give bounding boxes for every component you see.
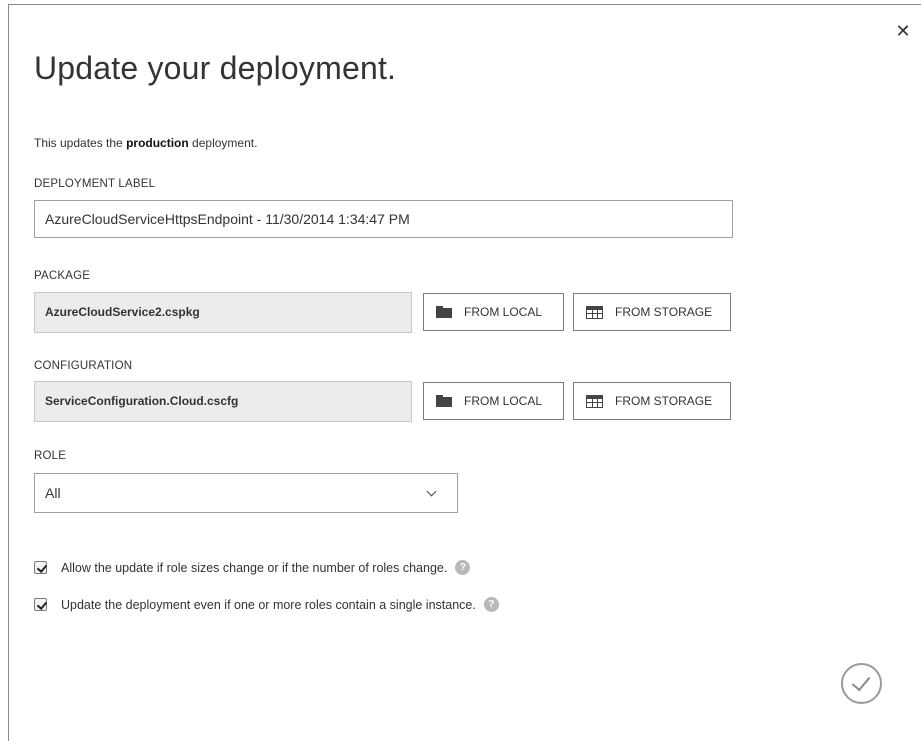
- configuration-from-local-label: FROM LOCAL: [464, 394, 543, 408]
- folder-icon: [436, 395, 452, 407]
- description-emphasis: production: [126, 136, 189, 150]
- configuration-from-local-button[interactable]: FROM LOCAL: [423, 382, 564, 420]
- package-from-local-label: FROM LOCAL: [464, 305, 543, 319]
- description-prefix: This updates the: [34, 136, 127, 150]
- deployment-label-input[interactable]: [34, 200, 733, 238]
- role-select[interactable]: All: [34, 473, 458, 513]
- chevron-down-icon: [426, 486, 437, 497]
- description-suffix: deployment.: [188, 136, 258, 150]
- single-instance-update-label: Update the deployment even if one or mor…: [61, 597, 476, 612]
- confirm-button[interactable]: [841, 663, 882, 704]
- deployment-label-heading: DEPLOYMENT LABEL: [34, 178, 156, 190]
- update-deployment-dialog: [8, 4, 921, 741]
- package-from-storage-label: FROM STORAGE: [615, 305, 713, 319]
- help-icon[interactable]: ?: [483, 597, 499, 612]
- option-row-role-size-change: Allow the update if role sizes change or…: [34, 560, 471, 575]
- configuration-from-storage-button[interactable]: FROM STORAGE: [573, 382, 731, 420]
- help-icon[interactable]: ?: [455, 560, 471, 575]
- table-icon: [586, 394, 603, 408]
- package-from-local-button[interactable]: FROM LOCAL: [423, 293, 564, 331]
- configuration-heading: CONFIGURATION: [34, 360, 133, 372]
- role-selected-value: All: [45, 485, 61, 501]
- package-file-field[interactable]: AzureCloudService2.cspkg: [34, 292, 412, 333]
- dialog-title: Update your deployment.: [34, 50, 397, 86]
- allow-role-size-change-checkbox[interactable]: [34, 561, 47, 574]
- allow-role-size-change-label: Allow the update if role sizes change or…: [61, 560, 448, 575]
- table-icon: [586, 305, 603, 319]
- role-heading: ROLE: [34, 450, 67, 462]
- close-icon[interactable]: ✕: [892, 20, 914, 42]
- package-from-storage-button[interactable]: FROM STORAGE: [573, 293, 731, 331]
- single-instance-update-checkbox[interactable]: [34, 598, 47, 611]
- folder-icon: [436, 306, 452, 318]
- dialog-description: This updates the production deployment.: [34, 136, 257, 150]
- configuration-from-storage-label: FROM STORAGE: [615, 394, 713, 408]
- configuration-file-field[interactable]: ServiceConfiguration.Cloud.cscfg: [34, 381, 412, 422]
- option-row-single-instance: Update the deployment even if one or mor…: [34, 597, 499, 612]
- package-heading: PACKAGE: [34, 270, 91, 282]
